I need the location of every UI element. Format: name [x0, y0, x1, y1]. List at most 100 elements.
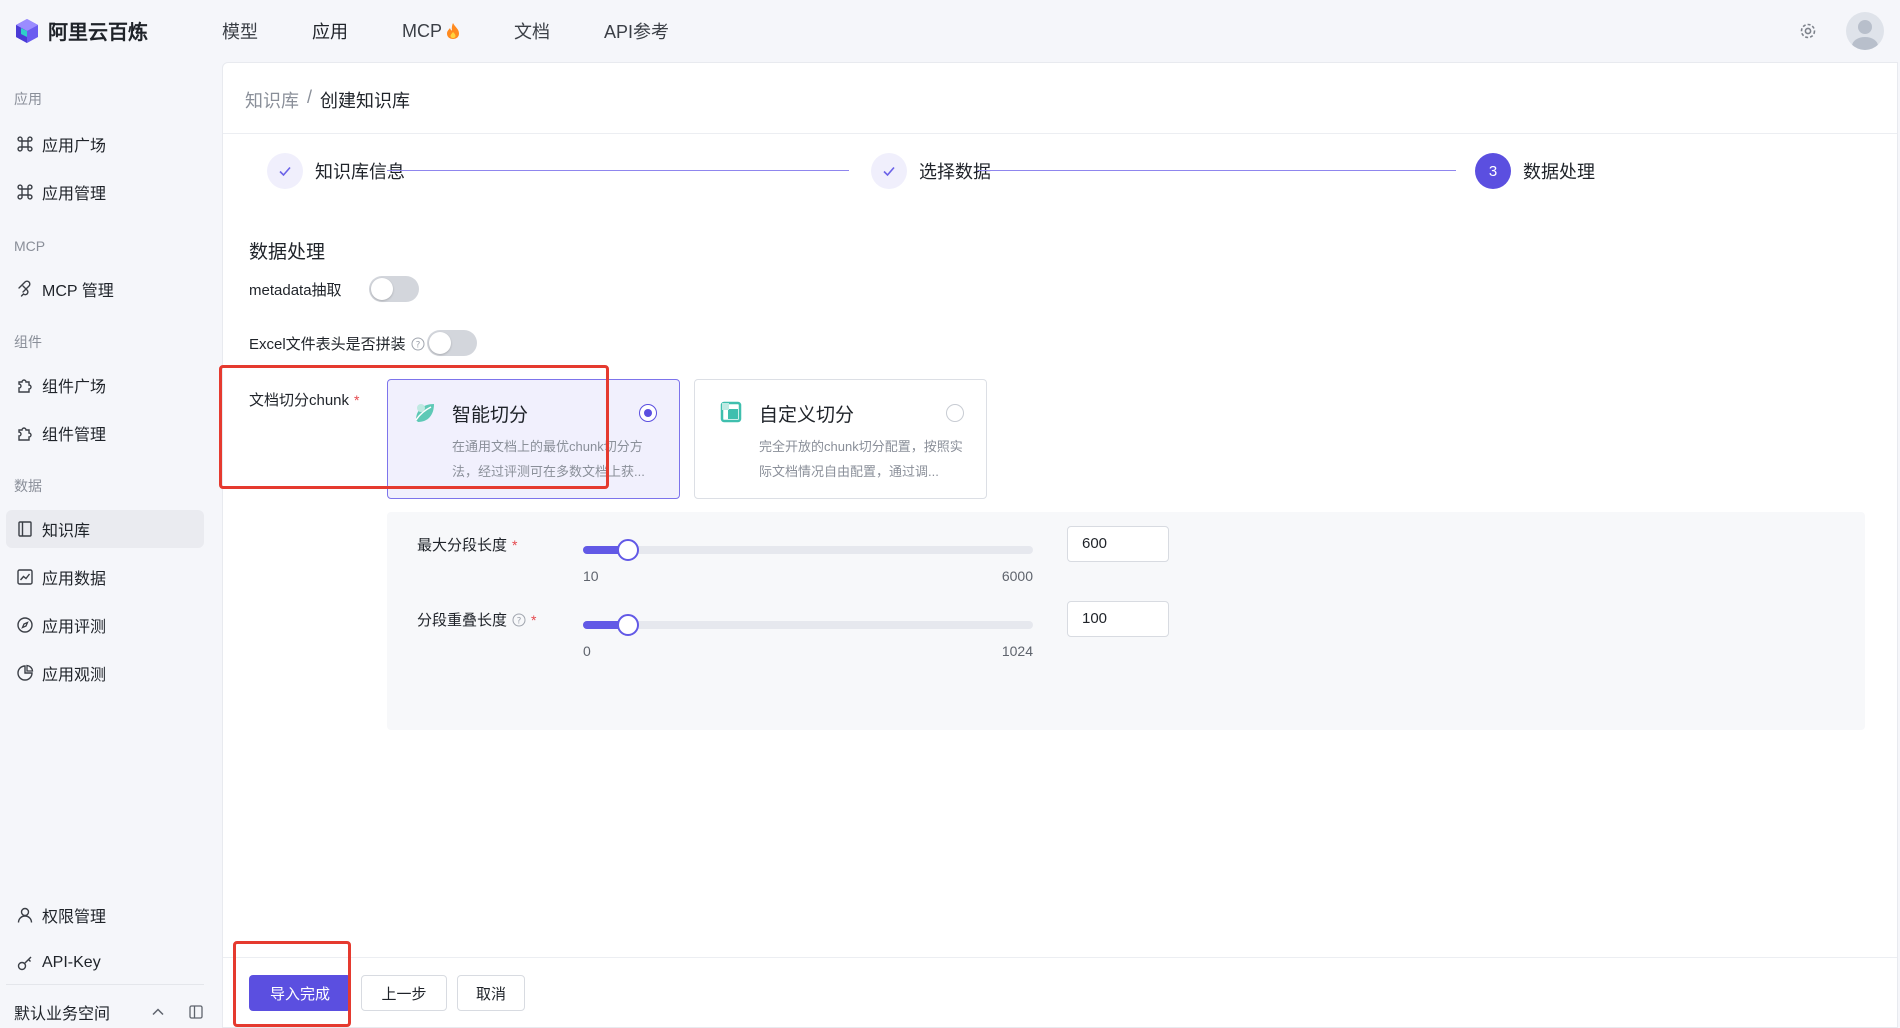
finish-import-button[interactable]: 导入完成	[249, 975, 351, 1011]
excel-header-toggle[interactable]	[427, 330, 477, 356]
sidebar-item-label: 应用广场	[42, 138, 107, 155]
sidebar-item-label: MCP 管理	[42, 283, 114, 300]
sidebar: 应用 应用广场 应用管理 MCP MCP 管理 组件 组件广场 组件管理 数据 …	[0, 62, 220, 1028]
overlap-slider[interactable]	[583, 614, 1033, 636]
svg-text:?: ?	[517, 616, 522, 626]
command-icon	[17, 184, 33, 200]
sidebar-item-label: 应用观测	[42, 667, 107, 684]
nav-app-label: 应用	[312, 22, 348, 42]
step-select-data: 选择数据	[871, 153, 991, 189]
sidebar-item-label: 权限管理	[42, 909, 107, 926]
chevron-up-icon	[152, 1008, 164, 1016]
brand-logo-icon	[16, 18, 38, 43]
card-title: 智能切分	[452, 405, 529, 426]
breadcrumb-parent[interactable]: 知识库	[245, 87, 299, 113]
crop-icon	[720, 401, 742, 423]
brand-logo[interactable]: 阿里云百炼	[14, 16, 148, 45]
check-icon	[871, 153, 907, 189]
chunk-label: 文档切分chunk *	[249, 389, 359, 410]
overlap-input[interactable]: 100	[1067, 601, 1169, 637]
sidebar-item-app-manage[interactable]: 应用管理	[6, 173, 204, 211]
radio-unselected[interactable]	[946, 404, 964, 422]
sidebar-collapse-icon[interactable]	[188, 1004, 204, 1020]
step-connector	[978, 170, 1456, 171]
main-panel: 知识库 / 创建知识库 知识库信息 选择数据 3 数据处理 数据处理 metad…	[219, 62, 1898, 1028]
nav-app[interactable]: 应用	[312, 18, 348, 44]
workspace-name: 默认业务空间	[14, 1006, 111, 1023]
compass-icon	[17, 617, 33, 633]
sidebar-item-comp-plaza[interactable]: 组件广场	[6, 366, 204, 404]
sidebar-item-label: 应用数据	[42, 571, 107, 588]
sidebar-item-label: 组件广场	[42, 379, 107, 396]
sidebar-item-api-key[interactable]: API-Key	[6, 944, 204, 982]
sidebar-item-label: 知识库	[42, 523, 91, 540]
top-nav: 模型 应用 MCP 文档 API参考	[222, 0, 723, 62]
user-avatar-icon	[1852, 20, 1878, 50]
avatar[interactable]	[1846, 12, 1884, 50]
nav-api-ref-label: API参考	[604, 22, 670, 42]
sidebar-item-app-data[interactable]: 应用数据	[6, 558, 204, 596]
chunk-config-panel: 最大分段长度 * 10 6000 600 分段重叠长度 ? * 0 1024 1…	[387, 512, 1865, 730]
metadata-label-text: metadata抽取	[249, 282, 342, 299]
step-number: 3	[1475, 153, 1511, 189]
slider-handle[interactable]	[617, 539, 639, 561]
sidebar-item-comp-manage[interactable]: 组件管理	[6, 414, 204, 452]
footer-divider	[223, 957, 1897, 958]
max-segment-slider[interactable]	[583, 539, 1033, 561]
pie-chart-icon	[17, 664, 34, 681]
card-title: 自定义切分	[759, 405, 855, 426]
slider-handle[interactable]	[617, 614, 639, 636]
excel-header-label: Excel文件表头是否拼装 ?	[249, 333, 425, 354]
sidebar-group-component: 组件	[14, 334, 42, 350]
gear-icon[interactable]	[1798, 21, 1818, 41]
sidebar-item-permissions[interactable]: 权限管理	[6, 896, 204, 934]
chunk-option-custom[interactable]: 自定义切分 完全开放的chunk切分配置，按照实际文档情况自由配置，通过调...	[694, 379, 987, 499]
step-label: 选择数据	[919, 162, 991, 182]
nav-mcp[interactable]: MCP	[402, 21, 460, 42]
toggle-knob	[371, 278, 393, 300]
nav-mcp-label: MCP	[402, 20, 442, 41]
max-segment-label-text: 最大分段长度	[417, 537, 508, 554]
max-segment-label: 最大分段长度 *	[417, 534, 517, 555]
sidebar-item-label: API-Key	[42, 954, 101, 971]
nav-api-ref[interactable]: API参考	[604, 18, 669, 44]
help-icon[interactable]: ?	[512, 613, 526, 627]
command-icon	[17, 136, 33, 152]
breadcrumb: 知识库 / 创建知识库	[245, 87, 410, 113]
nav-model[interactable]: 模型	[222, 18, 258, 44]
prev-step-button[interactable]: 上一步	[361, 975, 447, 1011]
breadcrumb-current: 创建知识库	[320, 91, 411, 111]
book-icon	[18, 521, 32, 537]
nav-docs[interactable]: 文档	[514, 18, 550, 44]
required-mark: *	[512, 536, 518, 553]
sidebar-group-app: 应用	[14, 91, 42, 107]
chunk-option-smart[interactable]: 智能切分 在通用文档上的最优chunk切分方法，经过评测可在多数文档上获...	[387, 379, 680, 499]
step-label: 数据处理	[1523, 162, 1595, 182]
help-icon[interactable]: ?	[411, 337, 425, 351]
fire-icon	[447, 23, 459, 39]
slider-min-label: 0	[583, 643, 591, 659]
section-title: 数据处理	[249, 242, 326, 263]
cancel-button[interactable]: 取消	[457, 975, 525, 1011]
sidebar-item-app-plaza[interactable]: 应用广场	[6, 125, 204, 163]
radio-selected[interactable]	[639, 404, 657, 422]
sidebar-item-knowledge[interactable]: 知识库	[6, 510, 204, 548]
sidebar-item-label: 应用评测	[42, 619, 107, 636]
sidebar-item-app-observe[interactable]: 应用观测	[6, 654, 204, 692]
sidebar-item-app-eval[interactable]: 应用评测	[6, 606, 204, 644]
overlap-label-text: 分段重叠长度	[417, 612, 508, 629]
sidebar-item-label: 应用管理	[42, 186, 107, 203]
sidebar-item-label: 组件管理	[42, 427, 107, 444]
nav-model-label: 模型	[222, 22, 258, 42]
key-icon	[17, 956, 32, 971]
workspace-switcher[interactable]: 默认业务空间	[14, 1000, 204, 1024]
required-mark: *	[354, 391, 360, 408]
sidebar-divider	[6, 984, 204, 985]
max-segment-input[interactable]: 600	[1067, 526, 1169, 562]
slider-min-label: 10	[583, 568, 599, 584]
metadata-toggle[interactable]	[369, 276, 419, 302]
top-right-tools	[1798, 12, 1884, 50]
check-icon	[267, 153, 303, 189]
step-connector	[387, 170, 849, 171]
sidebar-item-mcp-manage[interactable]: MCP 管理	[6, 270, 204, 308]
